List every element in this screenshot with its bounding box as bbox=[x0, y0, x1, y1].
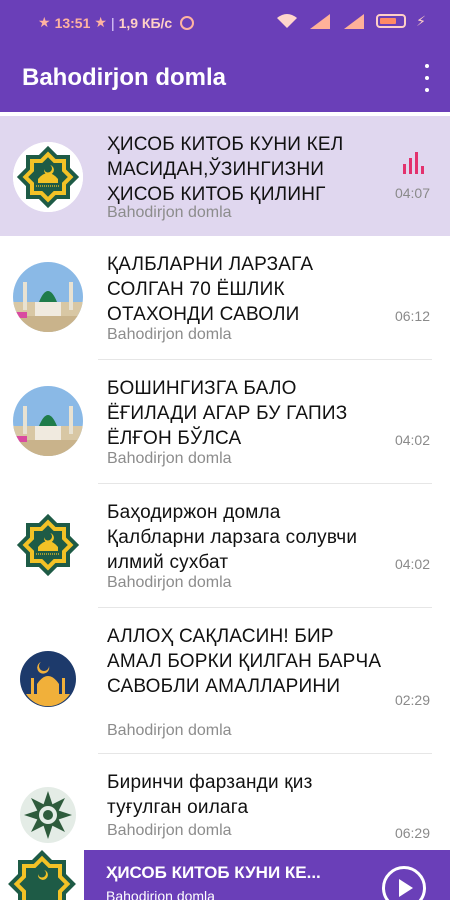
track-item[interactable]: ҚАЛБЛАРНИ ЛАРЗАГА СОЛГАН 70 ЁШЛИК ОТАХОН… bbox=[0, 236, 450, 360]
track-item[interactable]: БОШИНГИЗГА БАЛО ЁҒИЛАДИ АГАР БУ ГАПИЗ ЁЛ… bbox=[0, 360, 450, 484]
track-title: ҲИСОБ КИТОБ КУНИ КЕЛ МАСИДАН,ЎЗИНГИЗНИ Ҳ… bbox=[107, 134, 344, 205]
track-duration: 06:12 bbox=[394, 308, 430, 324]
player-artist: Bahodirjon domla bbox=[106, 888, 215, 900]
status-star-right: ★ bbox=[94, 14, 107, 30]
network-speed: 1,9 КБ/с bbox=[118, 14, 173, 31]
track-artist: Bahodirjon domla bbox=[107, 204, 232, 221]
alarm-icon bbox=[180, 15, 195, 30]
track-duration: 04:07 bbox=[394, 185, 430, 201]
status-left: ★ 13:51 ★ | 1,9 КБ/с bbox=[38, 14, 195, 31]
play-icon[interactable] bbox=[382, 866, 426, 900]
status-right: ⚡ bbox=[276, 12, 426, 30]
track-title: ҚАЛБЛАРНИ ЛАРЗАГА СОЛГАН 70 ЁШЛИК ОТАХОН… bbox=[107, 254, 314, 325]
mosque-photo-icon bbox=[13, 386, 83, 456]
mosque-photo-icon bbox=[13, 262, 83, 332]
track-duration: 04:02 bbox=[394, 432, 430, 448]
ornament-icon bbox=[13, 780, 83, 850]
equalizer-icon bbox=[403, 152, 424, 174]
status-time: 13:51 bbox=[54, 14, 91, 31]
wifi-icon bbox=[277, 14, 298, 28]
signal-icon bbox=[310, 14, 331, 29]
track-title: БОШИНГИЗГА БАЛО ЁҒИЛАДИ АГАР БУ ГАПИЗ ЁЛ… bbox=[107, 378, 348, 449]
track-list: ҲИСОБ КИТОБ КУНИ КЕЛ МАСИДАН,ЎЗИНГИЗНИ Ҳ… bbox=[0, 116, 450, 878]
octagram-mosque-icon bbox=[0, 850, 84, 900]
track-duration: 02:29 bbox=[394, 692, 430, 708]
octagram-mosque-icon bbox=[13, 142, 83, 212]
track-title: Биринчи фарзанди қиз туғулган оилага bbox=[107, 772, 313, 818]
octagram-mosque-icon bbox=[13, 510, 83, 580]
track-item[interactable]: АЛЛОҲ САҚЛАСИН! БИР АМАЛ БОРКИ ҚИЛГАН БА… bbox=[0, 608, 450, 754]
track-item[interactable]: Баҳодиржон домла Қалбларни ларзага солув… bbox=[0, 484, 450, 608]
status-star-left: ★ bbox=[38, 14, 51, 30]
battery-icon bbox=[376, 14, 407, 28]
mini-player[interactable]: ҲИСОБ КИТОБ КУНИ КЕ... Bahodirjon domla bbox=[0, 850, 450, 900]
track-artist: Bahodirjon domla bbox=[107, 574, 232, 591]
track-artist: Bahodirjon domla bbox=[107, 326, 232, 343]
app-title: Bahodirjon domla bbox=[22, 64, 226, 91]
mosque-night-icon bbox=[13, 644, 83, 714]
track-duration: 06:29 bbox=[394, 825, 430, 841]
track-artist: Bahodirjon domla bbox=[107, 822, 232, 839]
player-title: ҲИСОБ КИТОБ КУНИ КЕ... bbox=[106, 863, 321, 882]
signal-icon-2 bbox=[344, 14, 365, 29]
charging-icon: ⚡ bbox=[416, 12, 426, 29]
track-duration: 04:02 bbox=[394, 556, 430, 572]
more-vert-icon[interactable] bbox=[420, 64, 434, 92]
track-title: АЛЛОҲ САҚЛАСИН! БИР АМАЛ БОРКИ ҚИЛГАН БА… bbox=[107, 626, 382, 697]
track-artist: Bahodirjon domla bbox=[107, 722, 232, 739]
track-title: Баҳодиржон домла Қалбларни ларзага солув… bbox=[107, 502, 358, 573]
track-artist: Bahodirjon domla bbox=[107, 450, 232, 467]
track-item[interactable]: ҲИСОБ КИТОБ КУНИ КЕЛ МАСИДАН,ЎЗИНГИЗНИ Ҳ… bbox=[0, 116, 450, 236]
app-bar: Bahodirjon domla bbox=[0, 44, 450, 112]
status-bar: ★ 13:51 ★ | 1,9 КБ/с ⚡ bbox=[0, 0, 450, 44]
status-separator: | bbox=[110, 14, 115, 31]
